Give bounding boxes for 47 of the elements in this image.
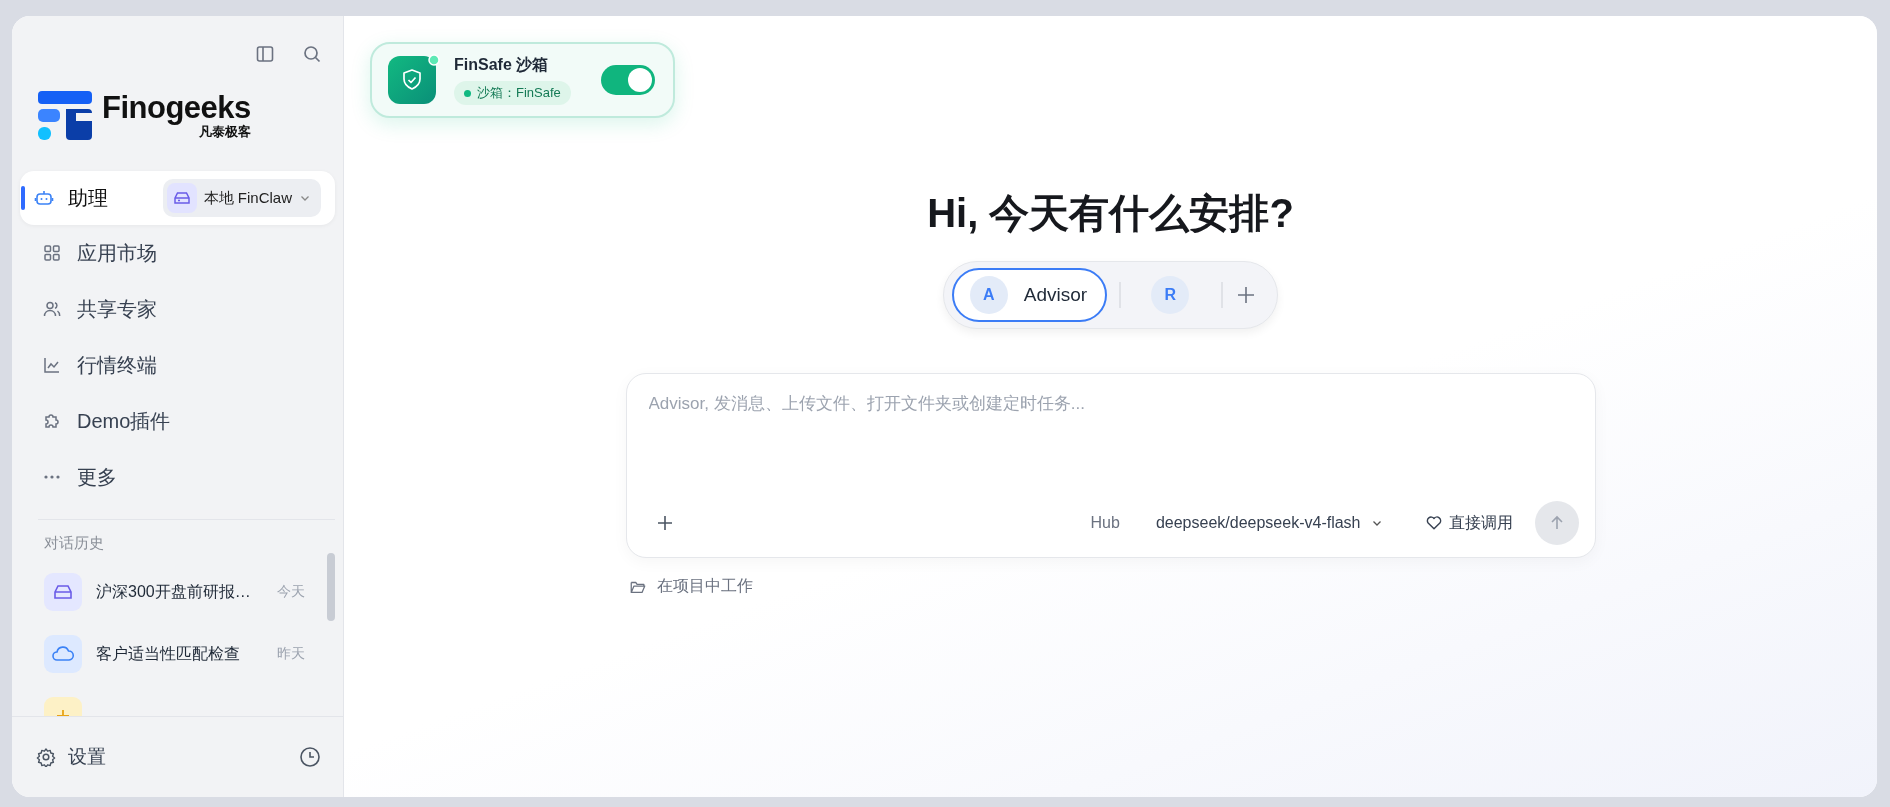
chart-icon <box>42 355 62 375</box>
drive-icon <box>166 183 197 213</box>
send-button[interactable] <box>1534 501 1579 545</box>
runtime-dropdown[interactable]: 本地 FinClaw <box>162 179 321 217</box>
nav-item[interactable]: 应用市场 <box>20 225 335 281</box>
agent-name: Advisor <box>1023 284 1088 306</box>
nav-item[interactable]: 共享专家 <box>20 281 335 337</box>
nav-item[interactable]: Demo插件 <box>20 393 335 449</box>
scrollbar[interactable] <box>327 553 335 621</box>
history-title: 沪深300开盘前研报… <box>96 581 252 602</box>
robot-icon <box>34 188 54 208</box>
logo-icon <box>38 91 92 141</box>
shield-icon <box>388 54 440 106</box>
history-time: 昨天 <box>277 645 305 663</box>
heart-icon <box>1424 514 1443 532</box>
users-icon <box>42 299 62 319</box>
project-link[interactable]: 在项目中工作 <box>629 576 753 597</box>
mode-button[interactable]: 直接调用 <box>1424 512 1513 534</box>
agent-tab[interactable]: A Advisor <box>951 268 1108 322</box>
model-dropdown[interactable]: deepseek/deepseek-v4-flash <box>1155 514 1383 532</box>
more-icon <box>42 474 62 480</box>
agent-avatar: A <box>969 276 1008 314</box>
nav-item[interactable]: 助理 本地 FinClaw <box>20 171 335 225</box>
nav-item[interactable]: 更多 <box>20 449 335 505</box>
nav-label: 助理 <box>68 185 109 211</box>
history-title: 客户适当性匹配检查 <box>96 643 241 664</box>
sandbox-title: FinSafe 沙箱 <box>454 55 550 75</box>
history-time: 今天 <box>277 583 305 601</box>
puzzle-icon <box>42 411 62 431</box>
search-icon[interactable] <box>302 44 322 64</box>
message-input[interactable]: Advisor, 发消息、上传文件、打开文件夹或创建定时任务... <box>648 394 1579 414</box>
provider-label: Hub <box>1090 514 1120 532</box>
grid-icon <box>42 243 62 263</box>
agent-avatar: R <box>1151 276 1190 314</box>
clock-icon[interactable] <box>299 746 321 768</box>
logo-wordmark: Finogeeks <box>102 91 251 123</box>
sidebar-toggle-icon[interactable] <box>255 44 275 64</box>
settings-button[interactable]: 设置 <box>36 744 106 770</box>
toggle-switch[interactable] <box>600 65 655 95</box>
logo-subtitle: 凡泰极客 <box>198 123 251 141</box>
settings-icon <box>36 747 56 767</box>
section-title: 对话历史 <box>43 533 105 553</box>
status-badge: 沙箱：FinSafe <box>454 81 571 105</box>
history-item[interactable]: 客户适当性匹配检查 昨天 <box>20 623 325 685</box>
nav-item[interactable]: 行情终端 <box>20 337 335 393</box>
history-item[interactable]: 沪深300开盘前研报… 今天 <box>20 561 325 623</box>
greeting-heading: Hi, 今天有什么安排? <box>927 190 1294 237</box>
